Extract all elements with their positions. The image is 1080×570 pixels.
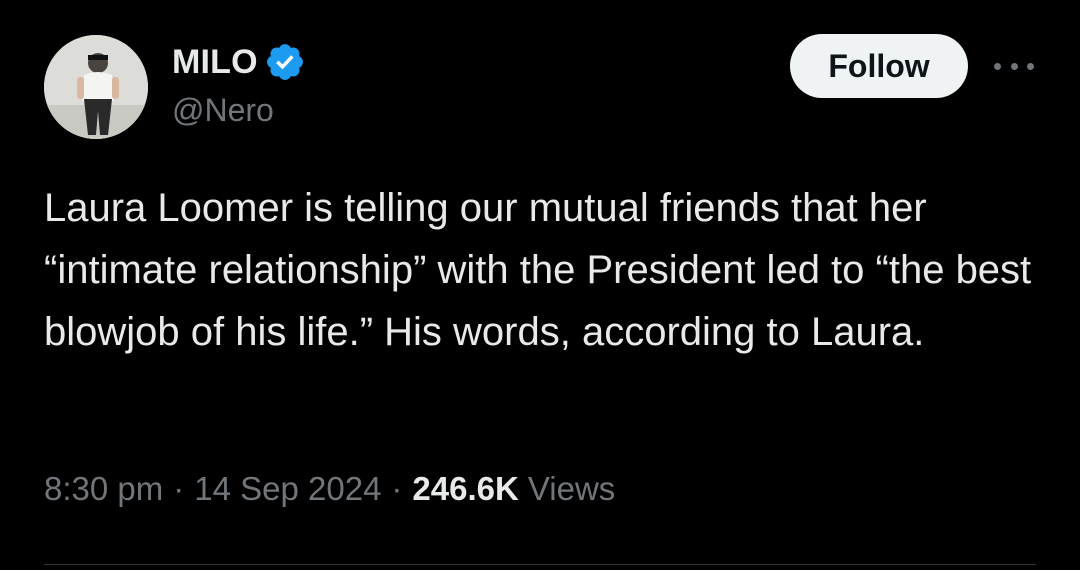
avatar[interactable] <box>44 35 148 139</box>
meta-separator: · <box>173 470 185 507</box>
follow-button[interactable]: Follow <box>790 34 968 98</box>
tweet-date[interactable]: 14 Sep 2024 <box>194 470 381 508</box>
views-count[interactable]: 246.6K <box>412 470 518 508</box>
more-dot <box>1027 62 1034 70</box>
tweet-time[interactable]: 8:30 pm <box>44 470 163 508</box>
tweet-text: Laura Loomer is telling our mutual frien… <box>44 186 1032 354</box>
more-dot <box>994 62 1001 70</box>
display-name[interactable]: MILO <box>172 43 258 82</box>
views-label[interactable]: Views <box>528 470 615 508</box>
avatar-image <box>44 35 148 139</box>
verified-badge-icon[interactable] <box>264 41 306 83</box>
author-handle[interactable]: @Nero <box>172 92 274 129</box>
more-horizontal-icon[interactable] <box>994 56 1034 76</box>
author-name-row[interactable]: MILO <box>172 38 306 86</box>
tweet-meta: 8:30 pm · 14 Sep 2024 · 246.6K Views <box>44 470 615 508</box>
divider <box>44 564 1036 565</box>
meta-separator: · <box>391 470 403 507</box>
more-dot <box>1010 62 1018 70</box>
